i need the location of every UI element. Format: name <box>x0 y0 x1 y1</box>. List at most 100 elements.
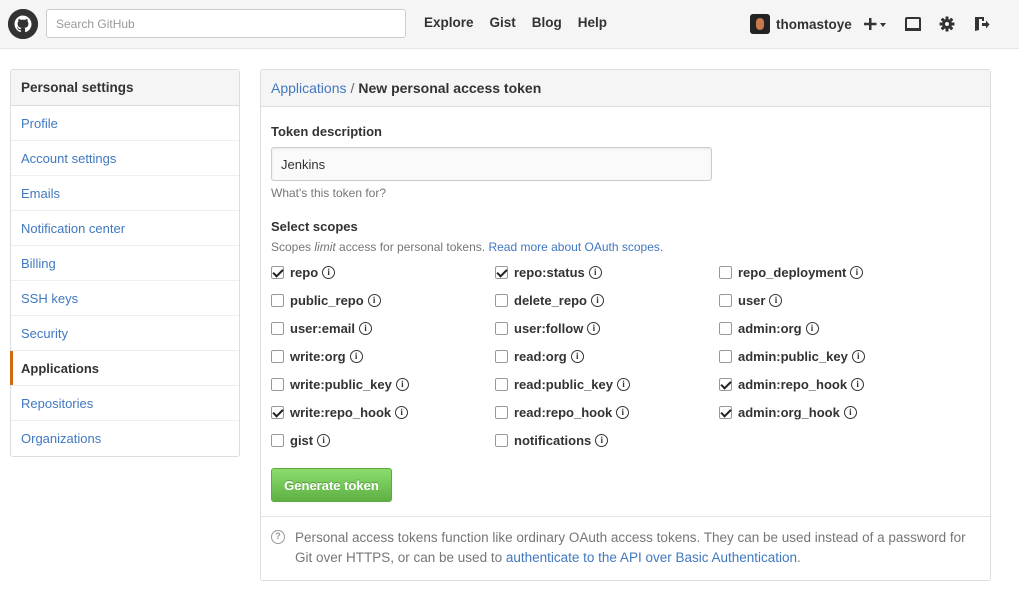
scope-write-org[interactable]: write:org i <box>271 346 363 366</box>
info-icon[interactable]: i <box>359 321 373 335</box>
scope-checkbox[interactable] <box>271 349 284 363</box>
scope-admin-public-key[interactable]: admin:public_key i <box>719 346 865 366</box>
scope-name: notifications <box>514 432 592 448</box>
nav-gist[interactable]: Gist <box>490 15 516 30</box>
info-icon[interactable]: i <box>850 265 864 279</box>
sidebar-item-organizations[interactable]: Organizations <box>11 421 239 456</box>
scope-delete-repo[interactable]: delete_repo i <box>495 290 604 310</box>
settings-gear-icon[interactable] <box>937 13 957 35</box>
scope-checkbox[interactable] <box>495 405 508 419</box>
scope-write-repo-hook[interactable]: write:repo_hook i <box>271 402 409 422</box>
sidebar-item-notification-center[interactable]: Notification center <box>11 211 239 246</box>
info-icon[interactable]: i <box>588 265 602 279</box>
inbox-icon[interactable] <box>903 13 923 35</box>
info-icon[interactable]: i <box>587 321 601 335</box>
info-icon[interactable]: i <box>590 293 604 307</box>
info-icon[interactable]: i <box>317 433 331 447</box>
token-description-hint: What's this token for? <box>271 186 387 200</box>
breadcrumb-applications-link[interactable]: Applications <box>271 80 347 96</box>
scope-checkbox[interactable] <box>271 321 284 335</box>
user-menu[interactable]: thomastoye <box>750 12 852 36</box>
sidebar-item-security[interactable]: Security <box>11 316 239 351</box>
scope-checkbox[interactable] <box>719 321 732 335</box>
nav-explore[interactable]: Explore <box>424 15 474 30</box>
scope-read-repo-hook[interactable]: read:repo_hook i <box>495 402 630 422</box>
scope-checkbox[interactable] <box>271 433 284 447</box>
scope-name: gist <box>290 432 314 448</box>
scope-admin-org-hook[interactable]: admin:org_hook i <box>719 402 857 422</box>
token-form-panel: Applications / New personal access token T… <box>260 69 991 581</box>
scope-public-repo[interactable]: public_repo i <box>271 290 381 310</box>
info-icon[interactable]: i <box>616 405 630 419</box>
avatar <box>750 14 770 34</box>
scope-repo[interactable]: repo i <box>271 262 336 282</box>
token-description-input[interactable] <box>271 147 712 181</box>
scope-notifications[interactable]: notifications i <box>495 430 609 450</box>
scope-name: user:email <box>290 320 356 336</box>
info-icon[interactable]: i <box>322 265 336 279</box>
sidebar-item-emails[interactable]: Emails <box>11 176 239 211</box>
sidebar-item-ssh-keys[interactable]: SSH keys <box>11 281 239 316</box>
select-scopes-label: Select scopes <box>271 219 358 234</box>
scope-checkbox[interactable] <box>495 293 508 307</box>
info-icon[interactable]: i <box>617 377 630 391</box>
divider <box>261 516 990 517</box>
sign-out-icon[interactable] <box>972 13 992 35</box>
generate-token-button[interactable]: Generate token <box>271 468 392 502</box>
sidebar-item-repositories[interactable]: Repositories <box>11 386 239 421</box>
scope-checkbox[interactable] <box>271 377 284 391</box>
scope-admin-repo-hook[interactable]: admin:repo_hook i <box>719 374 865 394</box>
sidebar-item-profile[interactable]: Profile <box>11 106 239 141</box>
info-icon[interactable]: i <box>851 349 865 363</box>
info-icon[interactable]: i <box>367 293 381 307</box>
token-description-label: Token description <box>271 124 382 139</box>
scope-checkbox[interactable] <box>495 349 508 363</box>
breadcrumb: Applications / New personal access token <box>261 70 990 107</box>
scope-user-email[interactable]: user:email i <box>271 318 373 338</box>
scope-gist[interactable]: gist i <box>271 430 331 450</box>
scope-checkbox[interactable] <box>495 377 508 391</box>
scope-checkbox[interactable] <box>495 321 508 335</box>
info-icon[interactable]: i <box>843 405 857 419</box>
scope-checkbox[interactable] <box>719 349 732 363</box>
scope-checkbox[interactable] <box>719 405 732 419</box>
nav-help[interactable]: Help <box>578 15 607 30</box>
scope-checkbox[interactable] <box>719 377 732 391</box>
info-icon[interactable]: i <box>395 377 409 391</box>
scope-repo-status[interactable]: repo:status i <box>495 262 602 282</box>
scope-read-org[interactable]: read:org i <box>495 346 584 366</box>
search-input[interactable] <box>46 9 406 38</box>
scope-checkbox[interactable] <box>271 293 284 307</box>
scope-repo-deployment[interactable]: repo_deployment i <box>719 262 864 282</box>
sidebar-item-account-settings[interactable]: Account settings <box>11 141 239 176</box>
scope-name: read:public_key <box>514 376 613 392</box>
info-icon[interactable]: i <box>851 377 865 391</box>
sidebar-item-billing[interactable]: Billing <box>11 246 239 281</box>
help-text-suffix: . <box>797 550 801 565</box>
info-icon[interactable]: i <box>595 433 609 447</box>
scope-admin-org[interactable]: admin:org i <box>719 318 819 338</box>
scope-name: write:public_key <box>290 376 392 392</box>
oauth-scopes-link[interactable]: Read more about OAuth scopes. <box>488 240 663 254</box>
scope-user-follow[interactable]: user:follow i <box>495 318 601 338</box>
info-icon[interactable]: i <box>769 293 783 307</box>
scope-checkbox[interactable] <box>271 405 284 419</box>
info-icon[interactable]: i <box>570 349 584 363</box>
basic-auth-link[interactable]: authenticate to the API over Basic Authe… <box>506 550 797 565</box>
info-icon[interactable]: i <box>395 405 409 419</box>
scope-checkbox[interactable] <box>495 433 508 447</box>
info-icon[interactable]: i <box>349 349 363 363</box>
scope-read-public-key[interactable]: read:public_key i <box>495 374 630 394</box>
scope-user[interactable]: user i <box>719 290 783 310</box>
github-logo-icon[interactable] <box>8 9 38 39</box>
scope-checkbox[interactable] <box>719 265 732 279</box>
sidebar-item-applications[interactable]: Applications <box>10 351 239 386</box>
scope-name: admin:public_key <box>738 348 848 364</box>
scope-write-public-key[interactable]: write:public_key i <box>271 374 409 394</box>
scope-checkbox[interactable] <box>495 265 508 279</box>
scope-checkbox[interactable] <box>271 265 284 279</box>
info-icon[interactable]: i <box>805 321 819 335</box>
scope-checkbox[interactable] <box>719 293 732 307</box>
nav-blog[interactable]: Blog <box>532 15 562 30</box>
create-new-icon[interactable] <box>864 13 890 35</box>
